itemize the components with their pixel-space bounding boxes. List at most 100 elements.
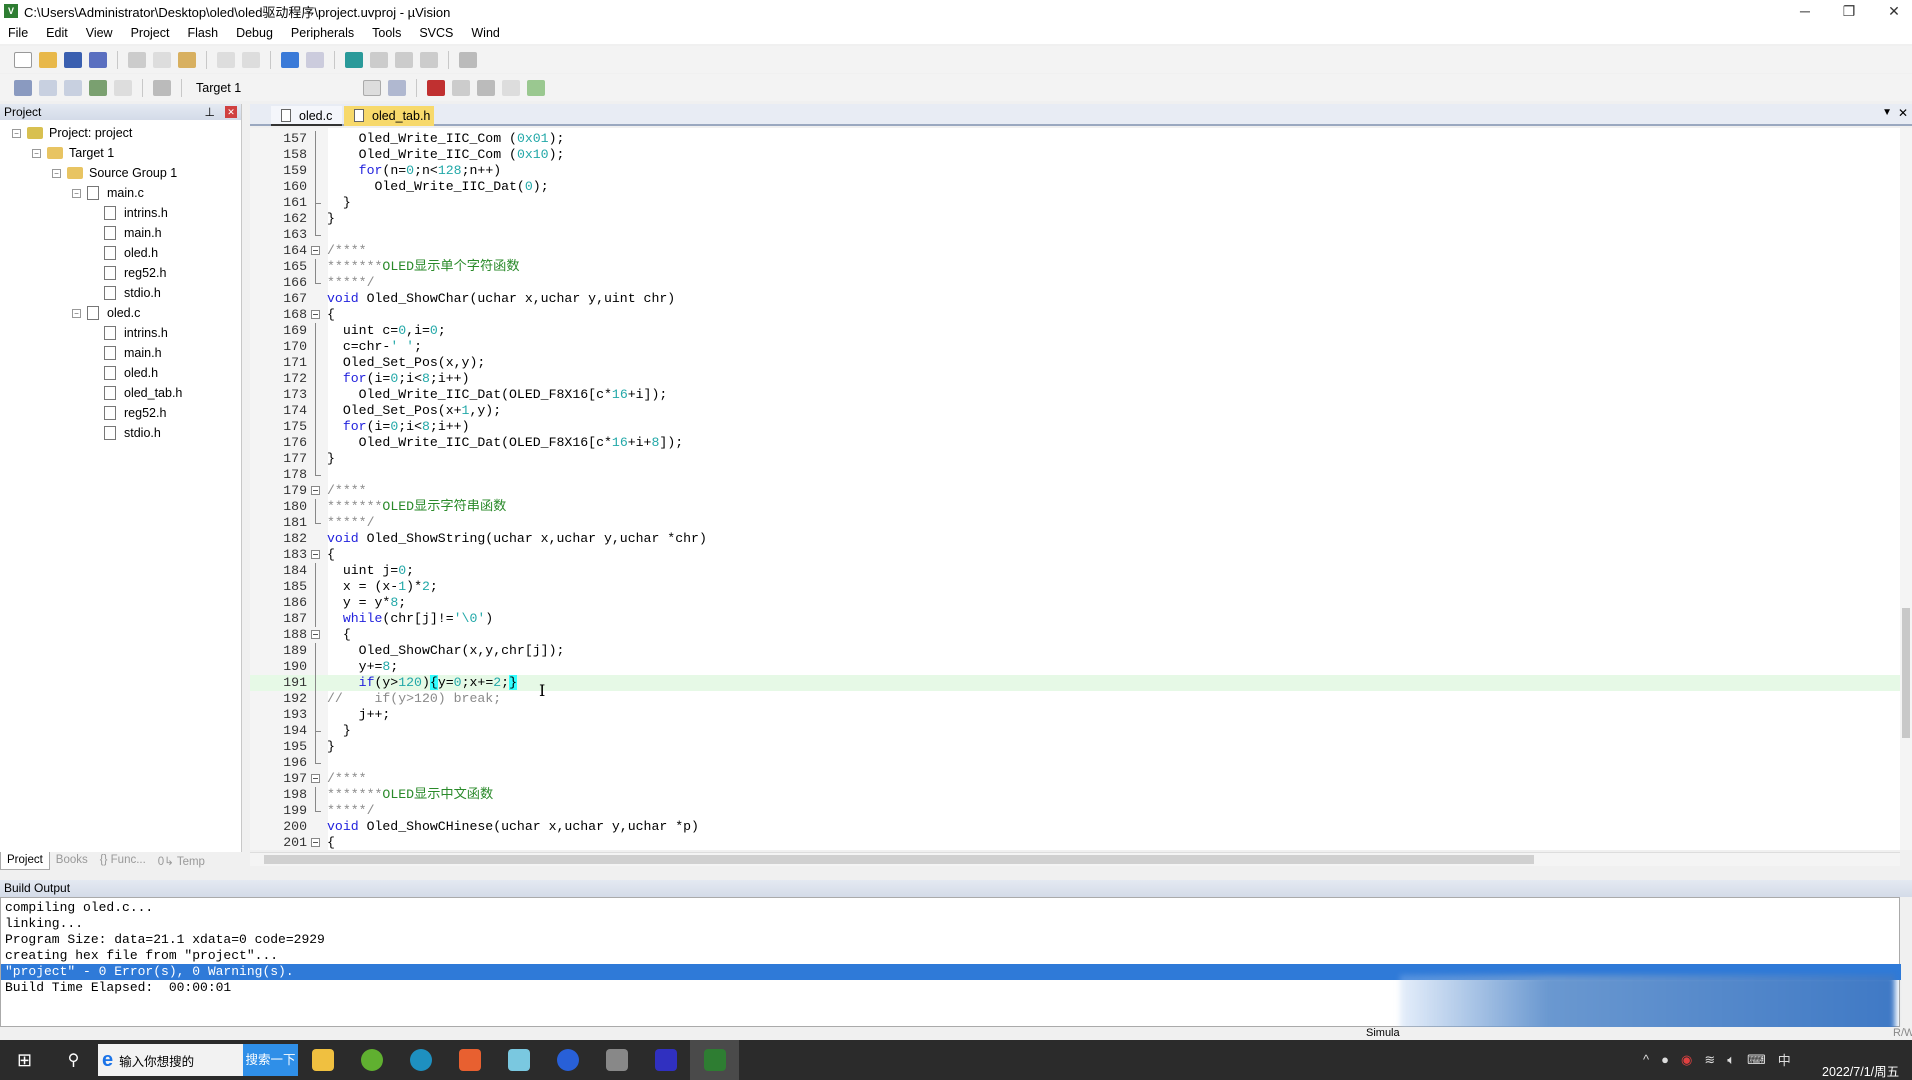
minimize-button[interactable]: ─ <box>1783 0 1827 22</box>
code-line[interactable]: 177} <box>250 451 1900 467</box>
tray-expand-icon[interactable]: ^ <box>1643 1052 1649 1067</box>
build-icon[interactable] <box>39 79 57 96</box>
restore-button[interactable]: ❐ <box>1827 0 1871 22</box>
browser-search-input[interactable]: e 输入你想搜的 <box>98 1044 243 1076</box>
menu-window[interactable]: Wind <box>471 26 499 40</box>
tree-item[interactable]: main.h <box>104 224 162 242</box>
translate-icon[interactable] <box>14 79 32 96</box>
undo-icon[interactable] <box>217 51 235 68</box>
copy-icon[interactable] <box>153 51 171 68</box>
code-line[interactable]: 158 Oled_Write_IIC_Com (0x10); <box>250 147 1900 163</box>
menu-debug[interactable]: Debug <box>236 26 273 40</box>
cut-icon[interactable] <box>128 51 146 68</box>
close-button[interactable]: ✕ <box>1872 0 1912 22</box>
code-line[interactable]: 178 <box>250 467 1900 483</box>
tree-item[interactable]: intrins.h <box>104 204 168 222</box>
scroll-thumb[interactable] <box>264 855 1534 864</box>
diamond-icon[interactable] <box>477 79 495 96</box>
build-output-line[interactable]: linking... <box>1 916 1901 932</box>
tab-oled-c[interactable]: oled.c <box>271 106 343 126</box>
code-line[interactable]: 184 uint j=0; <box>250 563 1900 579</box>
code-line[interactable]: 195} <box>250 739 1900 755</box>
code-line[interactable]: 194 } <box>250 723 1900 739</box>
fold-collapse-icon[interactable] <box>311 243 321 259</box>
code-line[interactable]: 201 { <box>250 835 1900 850</box>
tree-item[interactable]: − main.c <box>72 184 144 202</box>
manage-project-icon[interactable] <box>427 79 445 96</box>
tree-item[interactable]: intrins.h <box>104 324 168 342</box>
code-line[interactable]: 196 <box>250 755 1900 771</box>
search-button[interactable]: ⚲ <box>49 1040 98 1080</box>
collapse-icon[interactable]: − <box>72 188 81 198</box>
ime-indicator[interactable]: 中 <box>1778 1050 1791 1069</box>
editor-horizontal-scrollbar[interactable] <box>250 852 1900 866</box>
close-tab-icon[interactable]: ✕ <box>1898 106 1908 120</box>
code-line[interactable]: 197 /**** <box>250 771 1900 787</box>
code-line[interactable]: 181 *****/ <box>250 515 1900 531</box>
target-select[interactable]: Target 1 <box>192 78 332 98</box>
tab-templates[interactable]: 0↳ Temp <box>152 852 211 870</box>
manage-runtime-icon[interactable] <box>527 79 545 96</box>
code-line[interactable]: 185 x = (x-1)*2; <box>250 579 1900 595</box>
fold-collapse-icon[interactable] <box>311 835 321 850</box>
pack-installer-icon[interactable] <box>502 79 520 96</box>
code-line[interactable]: 188 { <box>250 627 1900 643</box>
tree-item[interactable]: reg52.h <box>104 264 166 282</box>
code-line[interactable]: 173 Oled_Write_IIC_Dat(OLED_F8X16[c*16+i… <box>250 387 1900 403</box>
clock[interactable]: 2022/7/1/周五 <box>1822 1061 1899 1080</box>
code-line[interactable]: 183 { <box>250 547 1900 563</box>
code-line[interactable]: 172 for(i=0;i<8;i++) <box>250 371 1900 387</box>
code-line[interactable]: 164 /**** <box>250 243 1900 259</box>
code-line[interactable]: 160 Oled_Write_IIC_Dat(0); <box>250 179 1900 195</box>
open-file-icon[interactable] <box>39 51 57 68</box>
code-line[interactable]: 169 uint c=0,i=0; <box>250 323 1900 339</box>
record-icon[interactable]: ◉ <box>1681 1052 1692 1068</box>
target-options-icon[interactable] <box>388 79 406 96</box>
rebuild-icon[interactable] <box>64 79 82 96</box>
code-line[interactable]: 163 <box>250 227 1900 243</box>
collapse-icon[interactable]: − <box>32 148 41 158</box>
tree-item[interactable]: oled.h <box>104 244 158 262</box>
navigate-back-icon[interactable] <box>281 51 299 68</box>
code-line[interactable]: 168 { <box>250 307 1900 323</box>
code-line[interactable]: 174 Oled_Set_Pos(x+1,y); <box>250 403 1900 419</box>
load-icon[interactable] <box>153 79 171 96</box>
build-output-line[interactable]: compiling oled.c... <box>1 900 1901 916</box>
tab-oled-tab-h[interactable]: oled_tab.h <box>344 106 434 126</box>
code-line[interactable]: 186 y = y*8; <box>250 595 1900 611</box>
code-line[interactable]: 166 *****/ <box>250 275 1900 291</box>
code-line[interactable]: 187 while(chr[j]!='\0') <box>250 611 1900 627</box>
tree-item[interactable]: − oled.c <box>72 304 140 322</box>
code-line[interactable]: 200 void Oled_ShowCHinese(uchar x,uchar y… <box>250 819 1900 835</box>
code-line[interactable]: 191 if(y>120){y=0;x+=2;} <box>250 675 1900 691</box>
scroll-thumb[interactable] <box>1902 608 1910 738</box>
menu-view[interactable]: View <box>86 26 113 40</box>
fold-collapse-icon[interactable] <box>311 307 321 323</box>
tab-project[interactable]: Project <box>0 852 50 870</box>
indent-icon[interactable] <box>459 51 477 68</box>
save-all-icon[interactable] <box>89 51 107 68</box>
navigate-forward-icon[interactable] <box>306 51 324 68</box>
next-bookmark-icon[interactable] <box>395 51 413 68</box>
tree-item[interactable]: reg52.h <box>104 404 166 422</box>
collapse-icon[interactable]: − <box>52 168 61 178</box>
tree-item[interactable]: stdio.h <box>104 424 161 442</box>
fold-collapse-icon[interactable] <box>311 547 321 563</box>
taskbar-app-green[interactable] <box>347 1040 396 1080</box>
code-line[interactable]: 171 Oled_Set_Pos(x,y); <box>250 355 1900 371</box>
search-go-button[interactable]: 搜索一下 <box>243 1044 298 1076</box>
build-output-line[interactable]: Program Size: data=21.1 xdata=0 code=292… <box>1 932 1901 948</box>
code-line[interactable]: 159 for(n=0;n<128;n++) <box>250 163 1900 179</box>
start-button[interactable]: ⊞ <box>0 1040 49 1080</box>
clear-bookmarks-icon[interactable] <box>420 51 438 68</box>
paste-icon[interactable] <box>178 51 196 68</box>
collapse-icon[interactable]: − <box>12 128 21 138</box>
new-file-icon[interactable] <box>14 51 32 68</box>
bookmark-icon[interactable] <box>345 51 363 68</box>
tab-functions[interactable]: {} Func... <box>94 852 152 870</box>
code-line[interactable]: 199 *****/ <box>250 803 1900 819</box>
taskbar-app-presentation[interactable] <box>445 1040 494 1080</box>
microphone-icon[interactable]: ● <box>1661 1052 1669 1067</box>
code-line[interactable]: 176 Oled_Write_IIC_Dat(OLED_F8X16[c*16+i… <box>250 435 1900 451</box>
redo-icon[interactable] <box>242 51 260 68</box>
